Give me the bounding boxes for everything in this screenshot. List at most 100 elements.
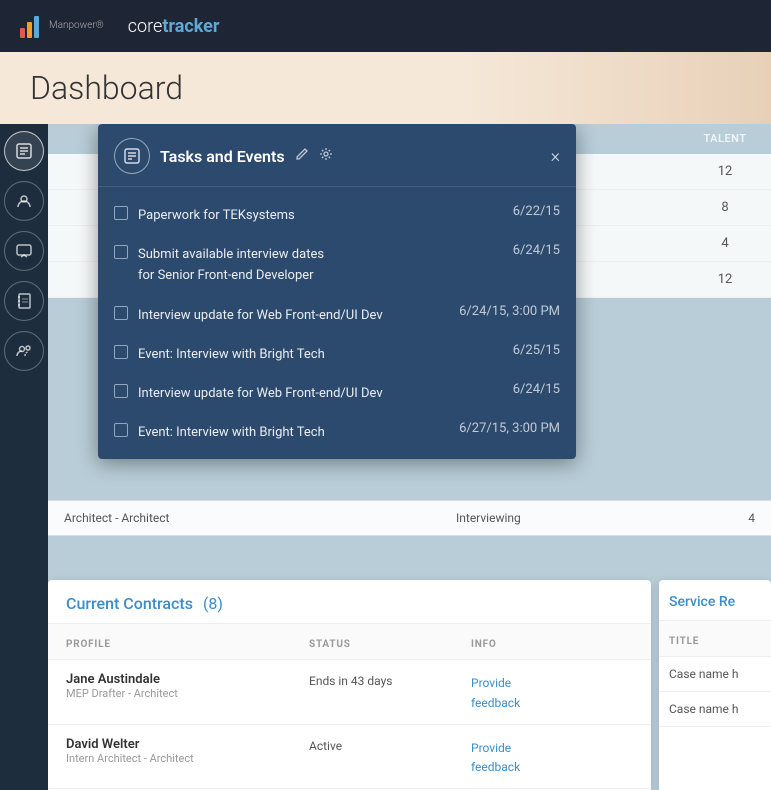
contract-info: Providefeedback [471,737,633,777]
service-table-header: TITLE [659,621,771,657]
task-label: Interview update for Web Front-end/UI De… [138,386,383,401]
logo-area: Manpower® coretracker [20,14,220,38]
task-date: 6/24/15, 3:00 PM [447,304,560,319]
task-item: Interview update for Web Front-end/UI De… [98,373,576,412]
logo-bars [20,14,39,38]
brand-name: coretracker [128,16,220,37]
logo-bar-red [20,28,25,38]
task-item: Submit available interview datesfor Seni… [98,234,576,294]
case-name: Case name h [669,667,761,681]
sidebar-item-people[interactable] [4,181,44,221]
logo-bar-orange [27,22,32,38]
row-col-talent: 4 [662,511,755,525]
tasks-panel-header: Tasks and Events × [98,124,576,187]
close-button[interactable]: × [551,146,560,167]
contract-status: Ends in 43 days [309,672,471,688]
task-date: 6/27/15, 3:00 PM [447,421,560,436]
sidebar-item-notebook[interactable] [4,281,44,321]
service-col-title: TITLE [669,636,699,647]
service-row: Case name h [659,692,771,727]
service-title: Service Re [669,594,761,610]
settings-icon[interactable] [319,147,333,165]
task-content: Interview update for Web Front-end/UI De… [138,304,437,325]
brand-tracker: tracker [162,16,219,37]
service-re-card: Service Re TITLE Case name h Case name h [659,580,771,790]
talent-column-header: TALENT [695,132,755,145]
sidebar [0,124,48,790]
logo-bar-blue [34,16,39,38]
contracts-header: Current Contracts (8) [48,580,651,624]
task-date: 6/24/15 [501,382,560,397]
sidebar-item-messages[interactable] [4,231,44,271]
contract-profile: Jane Austindale MEP Drafter - Architect [66,672,309,700]
status-text: Active [309,737,471,753]
contract-info: Providefeedback [471,672,633,712]
row-col-status: Interviewing [456,511,642,525]
topbar: Manpower® coretracker [0,0,771,52]
logo-text: Manpower® [49,20,104,32]
manpower-label: Manpower® [49,20,104,32]
case-name: Case name h [669,702,761,716]
contracts-title-text: Current Contracts [66,594,193,613]
task-date: 6/24/15 [501,243,560,258]
task-checkbox[interactable] [114,345,128,359]
page-title: Dashboard [30,69,183,107]
task-item: Paperwork for TEKsystems 6/22/15 [98,195,576,234]
contract-row: David Welter Intern Architect - Architec… [48,725,651,790]
sidebar-item-contacts[interactable] [4,331,44,371]
contract-status: Active [309,737,471,753]
task-checkbox[interactable] [114,384,128,398]
profile-role: MEP Drafter - Architect [66,687,309,700]
row-col-name: Architect - Architect [64,511,436,525]
contracts-card: Current Contracts (8) PROFILE STATUS INF… [48,580,651,790]
feedback-link[interactable]: Providefeedback [471,739,520,775]
task-label: Interview update for Web Front-end/UI De… [138,308,383,323]
info-column-header: INFO [471,632,633,651]
task-content: Interview update for Web Front-end/UI De… [138,382,491,403]
status-column-header: STATUS [309,632,471,651]
contract-profile: David Welter Intern Architect - Architec… [66,737,309,765]
sidebar-item-tasks[interactable] [4,131,44,171]
content-area: TALENT 12 8 4 12 [48,124,771,790]
task-checkbox[interactable] [114,245,128,259]
task-item: Event: Interview with Bright Tech 6/27/1… [98,412,576,451]
tasks-panel: Tasks and Events × [98,124,576,459]
task-content: Event: Interview with Bright Tech [138,421,437,442]
contracts-table-header: PROFILE STATUS INFO [48,624,651,660]
contracts-count: (8) [203,594,223,613]
task-content: Event: Interview with Bright Tech [138,343,491,364]
profile-column-header: PROFILE [66,632,309,651]
task-checkbox[interactable] [114,206,128,220]
contracts-title: Current Contracts (8) [66,594,223,613]
talent-count: 12 [695,272,755,287]
task-label: Submit available interview datesfor Seni… [138,247,324,283]
task-checkbox[interactable] [114,306,128,320]
bottom-section: Current Contracts (8) PROFILE STATUS INF… [48,580,771,790]
profile-name: David Welter [66,737,309,752]
dashboard-header: Dashboard [0,52,771,124]
talent-count: 4 [695,236,755,251]
brand-core: core [128,16,163,37]
tasks-title-row: Tasks and Events [114,138,333,174]
contract-row: Jane Austindale MEP Drafter - Architect … [48,660,651,725]
task-content: Paperwork for TEKsystems [138,204,491,225]
talent-count: 8 [695,200,755,215]
task-date: 6/25/15 [501,343,560,358]
task-item: Interview update for Web Front-end/UI De… [98,295,576,334]
tasks-panel-icon [114,138,150,174]
task-content: Submit available interview datesfor Seni… [138,243,491,285]
table-row-below-panel: Architect - Architect Interviewing 4 [48,500,771,536]
main-area: TALENT 12 8 4 12 [0,124,771,790]
task-date: 6/22/15 [501,204,560,219]
service-row: Case name h [659,657,771,692]
edit-icon[interactable] [295,147,309,165]
task-label: Event: Interview with Bright Tech [138,425,325,440]
feedback-link[interactable]: Providefeedback [471,674,520,710]
profile-role: Intern Architect - Architect [66,752,309,765]
task-checkbox[interactable] [114,423,128,437]
task-label: Event: Interview with Bright Tech [138,347,325,362]
status-text: Ends in 43 days [309,672,471,688]
tasks-list: Paperwork for TEKsystems 6/22/15 Submit … [98,187,576,459]
task-label: Paperwork for TEKsystems [138,208,295,223]
service-header: Service Re [659,580,771,621]
